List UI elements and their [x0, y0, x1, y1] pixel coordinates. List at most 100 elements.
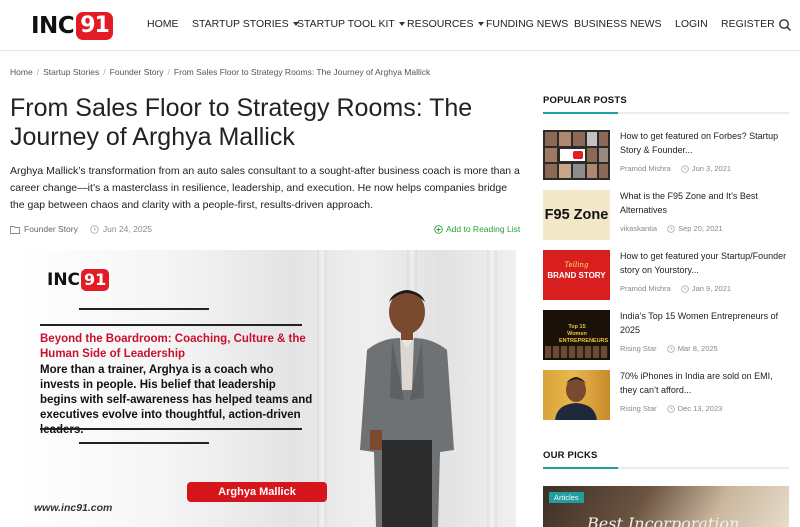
our-picks-rule [543, 467, 789, 469]
add-to-reading-list-button[interactable]: Add to Reading List [434, 224, 520, 234]
article-title: From Sales Floor to Strategy Rooms: The … [10, 94, 473, 151]
post-meta: Rising Star Mar 8, 2025 [620, 344, 718, 353]
nav-register-label: REGISTER [721, 18, 775, 30]
post-author[interactable]: vikaskantia [620, 224, 657, 233]
person-photo [360, 290, 454, 527]
clock-icon [666, 404, 675, 413]
article-hero-image: INC 91 Beyond the Boardroom: Coaching, C… [17, 250, 516, 527]
post-author[interactable]: Rising Star [620, 404, 657, 413]
post-thumbnail: F95 Zone [543, 190, 610, 240]
nav-login[interactable]: LOGIN [675, 18, 708, 30]
breadcrumb-current: From Sales Floor to Strategy Rooms: The … [173, 67, 431, 77]
hero-logo-text: INC [47, 270, 81, 290]
women-row-image [545, 346, 608, 358]
post-title[interactable]: How to get featured on Forbes? Startup S… [620, 130, 792, 157]
pick-category-badge[interactable]: Articles [549, 492, 584, 503]
post-author[interactable]: Rising Star [620, 344, 657, 353]
hero-heading: Beyond the Boardroom: Coaching, Culture … [40, 333, 306, 360]
nav-business-news[interactable]: BUSINESS NEWS [574, 18, 662, 30]
hero-logo: INC 91 [47, 269, 110, 291]
heading-accent [543, 112, 618, 114]
nav-startup-stories[interactable]: STARTUP STORIES [192, 18, 299, 30]
breadcrumb: Home / Startup Stories / Founder Story /… [10, 67, 430, 77]
clock-icon [681, 164, 689, 173]
post-meta: Pramod Mishra Jun 3, 2021 [620, 164, 731, 173]
post-date: Mar 8, 2025 [677, 344, 718, 353]
nav-funding-news-label: FUNDING NEWS [486, 18, 569, 30]
thumbnail-text: F95 Zone [544, 207, 609, 223]
background-panel [487, 250, 497, 527]
post-date: Jun 3, 2021 [691, 164, 732, 173]
post-date-wrap: Jun 3, 2021 [681, 164, 731, 173]
post-author[interactable]: Pramod Mishra [620, 164, 671, 173]
plus-circle-icon [434, 224, 443, 234]
post-thumbnail: Telling BRAND STORY [543, 250, 610, 300]
nav-startup-tool-kit[interactable]: STARTUP TOOL KIT [297, 18, 405, 30]
popular-post[interactable]: Top 15 Women ENTREPRENEURS India’s Top 1… [543, 310, 793, 362]
divider [79, 442, 209, 444]
clock-icon [667, 224, 675, 233]
clock-icon [681, 284, 689, 293]
popular-post[interactable]: 70% iPhones in India are sold on EMI, th… [543, 370, 793, 422]
popular-post[interactable]: F95 Zone What is the F95 Zone and It’s B… [543, 190, 793, 242]
breadcrumb-separator: / [167, 67, 170, 77]
person-photo [555, 377, 597, 420]
nav-login-label: LOGIN [675, 18, 708, 30]
post-thumbnail [543, 130, 610, 180]
post-meta: Rising Star Dec 13, 2023 [620, 404, 722, 413]
post-date: Dec 13, 2023 [677, 404, 723, 413]
search-icon[interactable] [778, 18, 792, 32]
nav-funding-news[interactable]: FUNDING NEWS [486, 18, 568, 30]
chevron-down-icon [477, 22, 484, 26]
nav-home-label: HOME [147, 18, 179, 30]
popular-post[interactable]: Telling BRAND STORY How to get featured … [543, 250, 793, 302]
post-title[interactable]: India’s Top 15 Women Entrepreneurs of 20… [620, 310, 792, 337]
post-date-wrap: Mar 8, 2025 [666, 344, 718, 353]
post-title[interactable]: How to get featured your Startup/Founder… [620, 250, 792, 277]
hero-body: More than a trainer, Arghya is a coach w… [40, 364, 313, 436]
post-title[interactable]: 70% iPhones in India are sold on EMI, th… [620, 370, 792, 397]
breadcrumb-founder-story[interactable]: Founder Story [110, 67, 164, 77]
article-meta: Founder Story Jun 24, 2025 [10, 224, 152, 234]
folder-icon [10, 225, 20, 234]
pick-card[interactable]: Articles Best Incorporation [543, 486, 789, 527]
post-date-wrap: Jan 9, 2021 [681, 284, 731, 293]
nav-startup-stories-label: STARTUP STORIES [192, 18, 289, 30]
our-picks-heading: OUR PICKS [543, 450, 598, 461]
nav-business-news-label: BUSINESS NEWS [574, 18, 662, 30]
article-category[interactable]: Founder Story [24, 224, 78, 234]
article-excerpt: Arghya Mallick’s transformation from an … [10, 165, 520, 211]
thumbnail-kicker: Telling [564, 261, 589, 269]
article-date-wrap: Jun 24, 2025 [90, 224, 152, 234]
clock-icon [666, 344, 675, 353]
hero-logo-badge: 91 [81, 269, 110, 291]
chevron-down-icon [398, 22, 405, 26]
divider [79, 308, 209, 310]
clock-icon [90, 224, 99, 234]
popular-post[interactable]: How to get featured on Forbes? Startup S… [543, 130, 793, 182]
post-author[interactable]: Pramod Mishra [620, 284, 671, 293]
post-date: Sep 20, 2021 [678, 224, 723, 233]
post-date-wrap: Sep 20, 2021 [667, 224, 723, 233]
post-date-wrap: Dec 13, 2023 [666, 404, 723, 413]
pick-image-text: Best Incorporation [587, 514, 740, 527]
breadcrumb-home[interactable]: Home [10, 67, 33, 77]
founders-collage-image [543, 130, 610, 180]
popular-posts-heading: POPULAR POSTS [543, 95, 627, 106]
heading-accent [543, 467, 618, 469]
nav-home[interactable]: HOME [147, 18, 179, 30]
nav-startup-tool-kit-label: STARTUP TOOL KIT [297, 18, 395, 30]
divider [40, 428, 302, 430]
post-title[interactable]: What is the F95 Zone and It’s Best Alter… [620, 190, 792, 217]
post-thumbnail: Top 15 Women ENTREPRENEURS [543, 310, 610, 360]
nav-resources[interactable]: RESOURCES [407, 18, 484, 30]
hero-url: www.inc91.com [34, 502, 113, 514]
thumbnail-text: BRAND STORY [547, 271, 606, 280]
breadcrumb-startup-stories[interactable]: Startup Stories [43, 67, 99, 77]
popular-posts-rule [543, 112, 789, 114]
reading-list-label: Add to Reading List [446, 224, 521, 234]
nav-register[interactable]: REGISTER [721, 18, 775, 30]
post-meta: Pramod Mishra Jan 9, 2021 [620, 284, 731, 293]
breadcrumb-separator: / [103, 67, 106, 77]
article-date: Jun 24, 2025 [102, 224, 153, 234]
